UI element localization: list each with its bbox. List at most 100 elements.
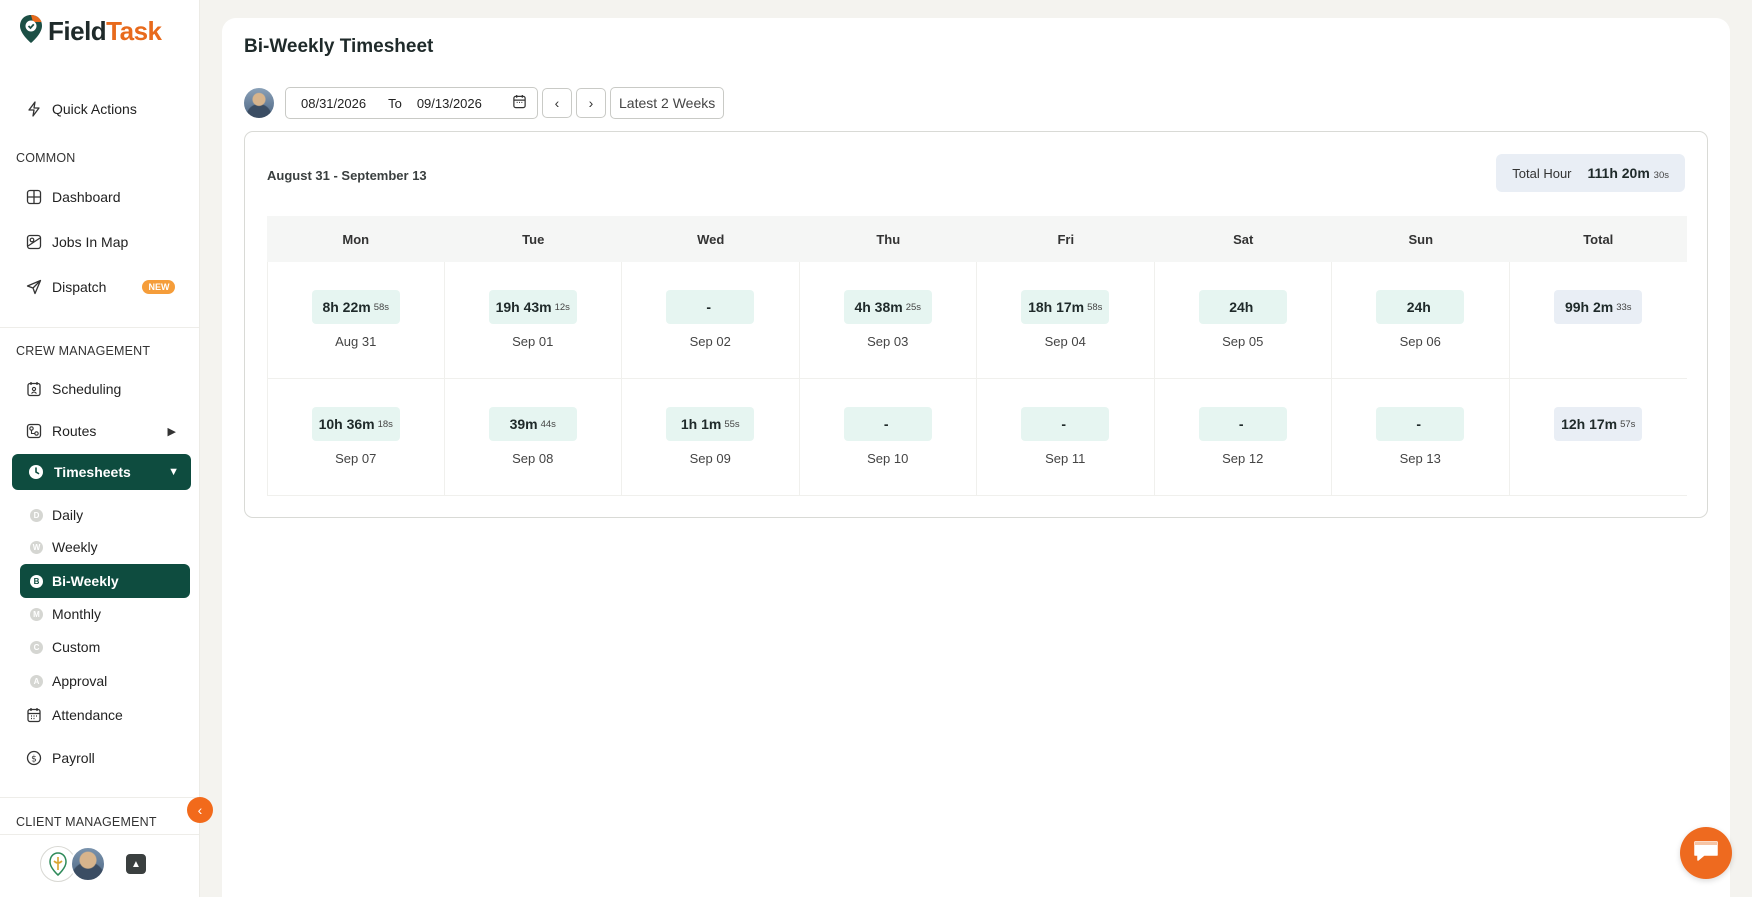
week-row: 10h 36m 18s Sep 07 39m 44s Sep 08 1h 1m 55s… xyxy=(267,379,1687,496)
user-avatar[interactable] xyxy=(70,846,106,882)
cell-date: Sep 08 xyxy=(512,451,554,466)
sidebar-item-dashboard[interactable]: Dashboard xyxy=(26,185,121,209)
clock-icon xyxy=(28,464,44,480)
start-date[interactable]: 08/31/2026 xyxy=(301,96,366,111)
send-icon xyxy=(26,279,42,295)
day-cell[interactable]: 1h 1m 55s Sep 09 xyxy=(622,379,800,496)
day-cell[interactable]: 10h 36m 18s Sep 07 xyxy=(267,379,445,496)
day-cell[interactable]: - Sep 11 xyxy=(977,379,1155,496)
app-name: FieldTask xyxy=(48,16,162,46)
sidebar-item-label: Routes xyxy=(52,423,97,439)
date-range-label: August 31 - September 13 xyxy=(267,168,427,183)
day-cell[interactable]: 4h 38m 25s Sep 03 xyxy=(799,262,977,379)
sidebar-subitem-weekly[interactable]: W Weekly xyxy=(30,537,98,557)
hours-pill[interactable]: - xyxy=(843,407,932,441)
calendar-icon[interactable] xyxy=(512,94,527,112)
hours-pill[interactable]: - xyxy=(666,290,755,324)
week-row: 8h 22m 58s Aug 31 19h 43m 12s Sep 01 - Sep… xyxy=(267,262,1687,379)
sidebar-subitem-bi-weekly[interactable]: B Bi-Weekly xyxy=(20,564,190,598)
map-pin-check-icon xyxy=(18,14,44,49)
day-cell[interactable]: - Sep 10 xyxy=(799,379,977,496)
day-cell[interactable]: 24h Sep 06 xyxy=(1332,262,1510,379)
day-cell[interactable]: 8h 22m 58s Aug 31 xyxy=(267,262,445,379)
sidebar-item-label: Scheduling xyxy=(52,381,122,397)
letter-c-icon: C xyxy=(30,640,43,654)
hours-pill[interactable]: 24h xyxy=(1198,290,1287,324)
header-sun: Sun xyxy=(1408,231,1434,247)
day-cell[interactable]: 18h 17m 58s Sep 04 xyxy=(977,262,1155,379)
hours-pill[interactable]: - xyxy=(1021,407,1110,441)
section-label-crew: CREW MANAGEMENT xyxy=(16,344,151,358)
employee-avatar[interactable] xyxy=(244,88,274,118)
hours-pill[interactable]: 18h 17m 58s xyxy=(1021,290,1110,324)
chevron-up-icon[interactable]: ▲ xyxy=(126,854,146,874)
cell-date: Sep 10 xyxy=(867,451,909,466)
app-logo[interactable]: FieldTask xyxy=(18,14,162,49)
cell-date: Sep 04 xyxy=(1044,334,1086,349)
svg-text:$: $ xyxy=(31,754,37,764)
letter-b-icon: B xyxy=(30,574,43,588)
grid-header: Mon Tue Wed Thu Fri Sat Sun Total xyxy=(267,216,1687,262)
sidebar-subitem-custom[interactable]: C Custom xyxy=(30,637,100,657)
sidebar-item-quick-actions[interactable]: Quick Actions xyxy=(26,97,137,121)
letter-m-icon: M xyxy=(30,607,43,621)
sidebar-item-attendance[interactable]: Attendance xyxy=(26,703,123,727)
header-total: Total xyxy=(1583,231,1614,247)
cell-date: Sep 12 xyxy=(1222,451,1264,466)
hours-pill[interactable]: 4h 38m 25s xyxy=(843,290,932,324)
day-cell[interactable]: - Sep 13 xyxy=(1332,379,1510,496)
header-tue: Tue xyxy=(522,231,545,247)
sidebar-item-timesheets[interactable]: Timesheets ▼ xyxy=(12,454,191,490)
hours-pill[interactable]: 1h 1m 55s xyxy=(666,407,755,441)
previous-period-button[interactable]: ‹ xyxy=(542,88,572,118)
hours-pill[interactable]: - xyxy=(1376,407,1465,441)
calendar-user-icon xyxy=(26,381,42,397)
sidebar-item-scheduling[interactable]: Scheduling xyxy=(26,377,121,401)
week-total-cell: 99h 2m 33s xyxy=(1509,262,1687,379)
day-cell[interactable]: 19h 43m 12s Sep 01 xyxy=(444,262,622,379)
sidebar-item-label: Attendance xyxy=(52,707,123,723)
sidebar-collapse-button[interactable]: ‹ xyxy=(187,797,213,823)
main-content: Bi-Weekly Timesheet 08/31/2026 To 09/13/… xyxy=(222,18,1730,897)
total-hour-label: Total Hour xyxy=(1512,165,1572,181)
header-sat: Sat xyxy=(1233,231,1254,247)
date-range-picker[interactable]: 08/31/2026 To 09/13/2026 xyxy=(285,87,538,119)
section-label-common: COMMON xyxy=(16,151,76,165)
hours-pill[interactable]: 10h 36m 18s xyxy=(311,407,400,441)
hours-pill[interactable]: 24h xyxy=(1376,290,1465,324)
timesheet-panel: August 31 - September 13 Total Hour 111h… xyxy=(244,131,1708,518)
chat-support-button[interactable] xyxy=(1680,827,1732,879)
hours-pill[interactable]: - xyxy=(1198,407,1287,441)
day-cell[interactable]: 24h Sep 05 xyxy=(1154,262,1332,379)
day-cell[interactable]: - Sep 12 xyxy=(1154,379,1332,496)
sidebar-subitem-monthly[interactable]: M Monthly xyxy=(30,604,101,624)
sidebar-subitem-approval[interactable]: A Approval xyxy=(30,671,107,691)
chevron-right-icon: ▶ xyxy=(167,425,176,438)
sidebar-item-dispatch[interactable]: Dispatch NEW xyxy=(26,275,176,299)
hours-pill[interactable]: 8h 22m 58s xyxy=(311,290,400,324)
sidebar-item-routes[interactable]: Routes ▶ xyxy=(26,419,176,443)
sidebar-item-jobs-in-map[interactable]: Jobs In Map xyxy=(26,230,128,254)
end-date[interactable]: 09/13/2026 xyxy=(417,96,482,111)
cell-date: Aug 31 xyxy=(335,334,377,349)
calendar-icon xyxy=(26,707,42,723)
sidebar-subitem-daily[interactable]: D Daily xyxy=(30,505,83,525)
grid-icon xyxy=(26,189,42,205)
cell-date: Sep 01 xyxy=(512,334,554,349)
lightning-icon xyxy=(26,101,42,117)
sidebar-item-label: Timesheets xyxy=(54,464,131,480)
sidebar-subitem-label: Daily xyxy=(52,507,84,523)
sidebar: FieldTask Quick Actions COMMON Dashboard… xyxy=(0,0,200,897)
hours-pill[interactable]: 19h 43m 12s xyxy=(488,290,577,324)
to-label: To xyxy=(388,95,402,111)
next-period-button[interactable]: › xyxy=(576,88,606,118)
day-cell[interactable]: 39m 44s Sep 08 xyxy=(444,379,622,496)
day-cell[interactable]: - Sep 02 xyxy=(622,262,800,379)
section-label-client: CLIENT MANAGEMENT xyxy=(16,815,157,829)
sidebar-subitem-label: Custom xyxy=(52,639,101,655)
total-hour-value: 111h 20m 30s xyxy=(1587,165,1670,181)
sidebar-item-payroll[interactable]: $ Payroll xyxy=(26,746,95,770)
hours-pill[interactable]: 39m 44s xyxy=(488,407,577,441)
sidebar-item-label: Dashboard xyxy=(52,189,121,205)
latest-2-weeks-button[interactable]: Latest 2 Weeks xyxy=(610,87,725,119)
